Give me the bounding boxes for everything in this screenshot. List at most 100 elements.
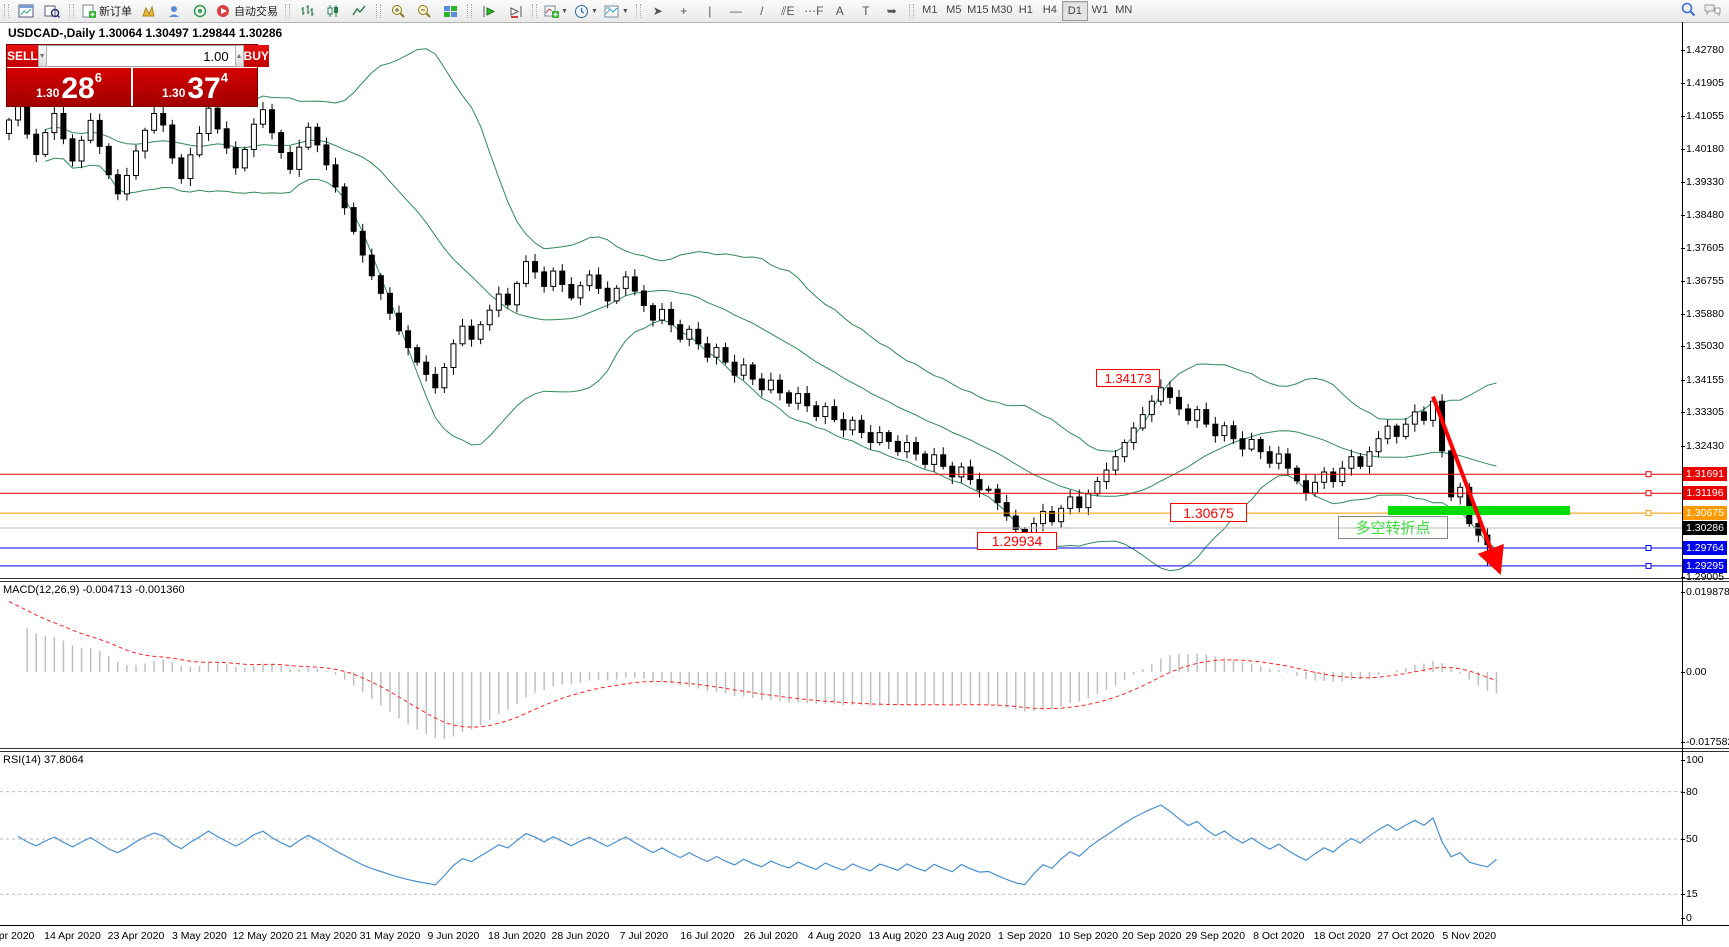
toolbar-grip (909, 4, 914, 18)
buy-price-base: 1.30 (162, 86, 185, 100)
indicators-icon[interactable]: ▼ (541, 1, 571, 21)
mt4-terminal: 新订单 自动交易 (0, 0, 1729, 947)
price-tick: 1.36755 (1686, 275, 1724, 287)
new-chart-icon[interactable] (13, 1, 39, 21)
bar-chart-icon[interactable] (294, 1, 320, 21)
sell-price[interactable]: 1.30 28 6 (7, 68, 131, 106)
new-order-label: 新订单 (99, 3, 132, 19)
sell-price-point: 6 (95, 70, 102, 85)
templates-icon[interactable]: ▼ (601, 1, 632, 21)
fibonacci-icon[interactable]: ⋯F (801, 1, 827, 21)
periods-icon[interactable]: ▼ (571, 1, 601, 21)
indicator-tick: 80 (1686, 786, 1698, 798)
rsi-label: RSI(14) 37.8064 (3, 754, 84, 766)
indicator-tick: 100 (1686, 754, 1704, 766)
sell-price-base: 1.30 (36, 86, 59, 100)
buy-price-point: 4 (221, 70, 228, 85)
volume-input[interactable] (47, 45, 235, 67)
buy-button[interactable]: BUY (244, 45, 269, 67)
vertical-line-icon[interactable]: | (697, 1, 723, 21)
date-label: 31 May 2020 (360, 930, 421, 942)
toolbar-grip (467, 4, 472, 18)
chevron-down-icon: ▼ (622, 8, 629, 15)
chevron-down-icon: ▼ (561, 8, 568, 15)
volume-up-button[interactable]: ▲ (235, 45, 244, 67)
timeframe-h4[interactable]: H4 (1038, 1, 1062, 19)
timeframe-m15[interactable]: M15 (966, 1, 990, 19)
price-tick: 1.38480 (1686, 209, 1724, 221)
tile-windows-icon[interactable] (437, 1, 463, 21)
zoom-out-icon[interactable] (411, 1, 437, 21)
indicator-tick: 0.00 (1686, 666, 1706, 678)
candlestick-icon[interactable] (320, 1, 346, 21)
swing-high-label[interactable]: 1.34173 (1096, 369, 1160, 387)
swing-low-label[interactable]: 1.29934 (977, 532, 1057, 550)
profiles-icon[interactable] (39, 1, 65, 21)
price-tick: 1.41055 (1686, 110, 1724, 122)
search-icon[interactable] (1681, 2, 1696, 20)
price-badge: 1.29764 (1683, 541, 1727, 555)
price-tick: 1.35880 (1686, 308, 1724, 320)
macd-pane[interactable] (0, 582, 1682, 748)
price-tick: 1.35030 (1686, 340, 1724, 352)
price-tick: 1.32430 (1686, 440, 1724, 452)
pivot-zone-bar[interactable] (1388, 506, 1570, 515)
metaquotes-icon[interactable] (135, 1, 161, 21)
community-icon[interactable] (161, 1, 187, 21)
date-label: 26 Jul 2020 (744, 930, 798, 942)
date-label: 4 Aug 2020 (808, 930, 861, 942)
autotrade-button[interactable]: 自动交易 (213, 1, 281, 21)
toolbar: 新订单 自动交易 (0, 0, 1729, 23)
toolbar-grip (4, 4, 9, 18)
volume-down-button[interactable]: ▼ (38, 45, 47, 67)
buy-price[interactable]: 1.30 37 4 (133, 68, 257, 106)
autotrade-label: 自动交易 (234, 3, 278, 19)
date-label: 29 Sep 2020 (1186, 930, 1246, 942)
channel-icon[interactable]: ⫽E (775, 1, 801, 21)
one-click-trading-panel: SELL ▼ ▲ BUY 1.30 28 6 1.30 37 4 (6, 44, 258, 107)
timeframe-m30[interactable]: M30 (990, 1, 1014, 19)
timeframe-w1[interactable]: W1 (1088, 1, 1112, 19)
toolbar-grip (376, 4, 381, 18)
timeframe-mn[interactable]: MN (1112, 1, 1136, 19)
chat-icon[interactable] (1704, 3, 1721, 20)
crosshair-icon[interactable]: + (671, 1, 697, 21)
price-tick: 1.40180 (1686, 143, 1724, 155)
news-icon[interactable] (187, 1, 213, 21)
chart-shift-icon[interactable] (502, 1, 528, 21)
zoom-in-icon[interactable] (385, 1, 411, 21)
timeframe-m5[interactable]: M5 (942, 1, 966, 19)
indicator-tick: 15 (1686, 888, 1698, 900)
date-label: 28 Jun 2020 (552, 930, 610, 942)
timeframe-group: M1M5M15M30H1H4D1W1MN (918, 1, 1136, 21)
pivot-price-label[interactable]: 1.30675 (1170, 503, 1247, 522)
price-tick: 1.34155 (1686, 374, 1724, 386)
drawing-tools-group: ➤+|—/⫽E⋯FAT➥ (645, 1, 905, 21)
text-icon[interactable]: A (827, 1, 853, 21)
buy-price-pips: 37 (187, 74, 220, 104)
date-label: 9 Jun 2020 (427, 930, 479, 942)
date-label: 13 Aug 2020 (868, 930, 927, 942)
auto-scroll-icon[interactable] (476, 1, 502, 21)
date-label: 5 Nov 2020 (1442, 930, 1496, 942)
toolbar-grip (285, 4, 290, 18)
macd-label: MACD(12,26,9) -0.004713 -0.001360 (3, 584, 185, 596)
line-chart-icon[interactable] (346, 1, 372, 21)
timeframe-m1[interactable]: M1 (918, 1, 942, 19)
pivot-note[interactable]: 多空转折点 (1338, 516, 1448, 539)
arrows-icon[interactable]: ➥ (879, 1, 905, 21)
cursor-icon[interactable]: ➤ (645, 1, 671, 21)
timeframe-h1[interactable]: H1 (1014, 1, 1038, 19)
sell-button[interactable]: SELL (7, 45, 38, 67)
date-label: 18 Oct 2020 (1314, 930, 1371, 942)
date-label: 7 Jul 2020 (620, 930, 668, 942)
rsi-pane[interactable] (0, 752, 1682, 925)
price-tick: 1.42780 (1686, 44, 1724, 56)
label-icon[interactable]: T (853, 1, 879, 21)
price-badge: 1.31196 (1683, 486, 1727, 500)
timeframe-d1[interactable]: D1 (1062, 1, 1088, 21)
horizontal-line-icon[interactable]: — (723, 1, 749, 21)
new-order-button[interactable]: 新订单 (78, 1, 135, 21)
trendline-icon[interactable]: / (749, 1, 775, 21)
toolbar-grip (636, 4, 641, 18)
